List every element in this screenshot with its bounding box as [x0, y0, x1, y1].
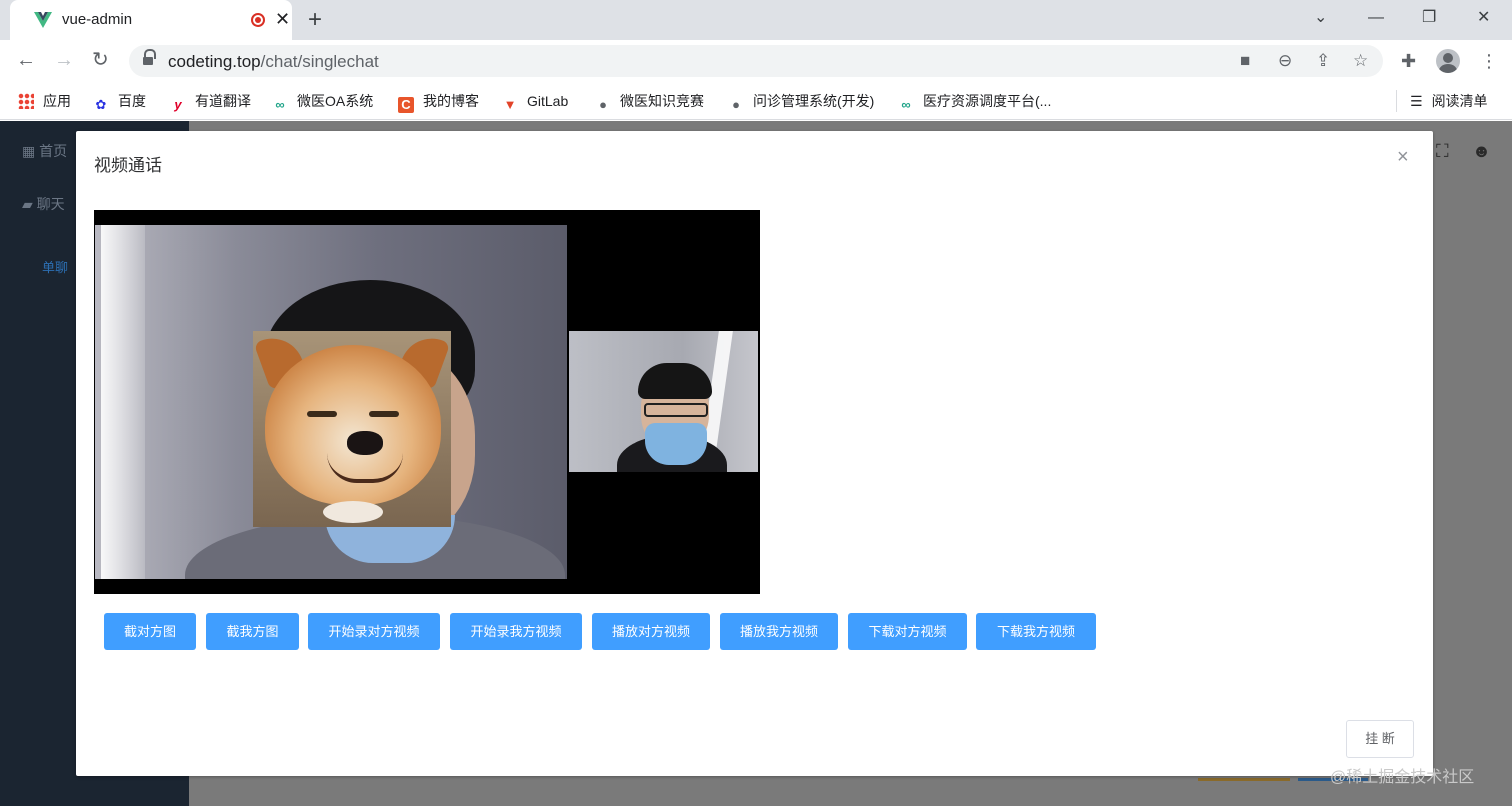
bookmarks-bar: 应用 ✿ 百度 y 有道翻译 ∞ 微医OA系统 C 我的博客 ▼ GitLab ● 微医知识…: [0, 82, 1512, 120]
zoom-icon[interactable]: ⊖: [1278, 51, 1292, 71]
weiyi-icon: ∞: [901, 97, 911, 112]
profile-avatar-icon[interactable]: [1436, 49, 1460, 73]
download-remote-button[interactable]: 下载对方视频: [848, 613, 967, 650]
sidebar-item-home[interactable]: ▦ 首页: [22, 141, 67, 161]
globe-icon: ●: [599, 97, 607, 112]
bookmark-apps[interactable]: 应用: [18, 91, 71, 111]
sidebar-item-single-chat[interactable]: 单聊: [42, 257, 68, 276]
local-video: [569, 331, 758, 472]
window-close-icon[interactable]: ✕: [1477, 8, 1490, 28]
video-stage: [94, 210, 760, 594]
tab-title: vue-admin: [62, 11, 133, 28]
remote-video: [95, 225, 567, 579]
record-remote-button[interactable]: 开始录对方视频: [308, 613, 440, 650]
url-text[interactable]: codeting.top/chat/singlechat: [168, 52, 379, 72]
play-local-button[interactable]: 播放我方视频: [720, 613, 838, 650]
extensions-icon[interactable]: ✚: [1401, 50, 1416, 72]
capture-remote-button[interactable]: 截对方图: [104, 613, 196, 650]
dialog-close-icon[interactable]: ×: [1397, 145, 1409, 169]
tab-strip: vue-admin ✕ + ⌄ — ❐ ✕: [0, 0, 1512, 40]
bookmark-weiyi-quiz[interactable]: ● 微医知识竞赛: [595, 91, 704, 112]
record-local-button[interactable]: 开始录我方视频: [450, 613, 582, 650]
vue-logo-icon: [34, 12, 52, 28]
camera-icon[interactable]: ■: [1240, 51, 1250, 71]
minimize-icon[interactable]: —: [1368, 8, 1384, 28]
gitlab-icon: ▼: [503, 97, 517, 112]
capture-local-button[interactable]: 截我方图: [206, 613, 299, 650]
browser-tab[interactable]: vue-admin ✕: [10, 0, 292, 40]
play-remote-button[interactable]: 播放对方视频: [592, 613, 710, 650]
hangup-button[interactable]: 挂 断: [1346, 720, 1414, 758]
fullscreen-icon[interactable]: ⛶: [1436, 141, 1449, 162]
restore-icon[interactable]: ❐: [1422, 8, 1436, 28]
csdn-icon: C: [398, 97, 414, 113]
bookmark-star-icon[interactable]: ☆: [1353, 51, 1368, 71]
address-bar[interactable]: codeting.top/chat/singlechat ■ ⊖ ⇪ ☆: [129, 45, 1383, 77]
lock-icon: [143, 49, 156, 66]
apps-grid-icon: [18, 93, 34, 109]
bookmark-weiyi-oa[interactable]: ∞ 微医OA系统: [272, 91, 373, 112]
page-footer-accent: [1198, 778, 1290, 781]
share-icon[interactable]: ⇪: [1316, 51, 1330, 71]
dialog-title: 视频通话: [94, 156, 162, 175]
recording-indicator-icon: [251, 13, 265, 27]
tab-search-icon[interactable]: ⌄: [1314, 8, 1327, 28]
bookmarks-divider: [1396, 90, 1397, 112]
baidu-icon: ✿: [95, 97, 107, 112]
bookmark-baidu[interactable]: ✿ 百度: [93, 91, 146, 112]
back-icon[interactable]: ←: [16, 48, 36, 72]
reading-list-icon: ☰: [1410, 93, 1423, 109]
dog-sticker-image: [253, 331, 451, 527]
new-tab-button[interactable]: +: [308, 6, 322, 34]
tab-close-icon[interactable]: ✕: [275, 9, 290, 29]
bookmark-blog[interactable]: C 我的博客: [398, 91, 479, 113]
menu-kebab-icon[interactable]: ⋮: [1480, 50, 1498, 72]
forward-icon[interactable]: →: [54, 48, 74, 72]
weiyi-icon: ∞: [275, 97, 285, 112]
youdao-icon: y: [174, 97, 182, 112]
bookmark-gitlab[interactable]: ▼ GitLab: [502, 91, 569, 112]
grid-icon: ▦: [22, 143, 40, 159]
download-local-button[interactable]: 下载我方视频: [976, 613, 1096, 650]
bookmark-consult-mgmt[interactable]: ● 问诊管理系统(开发): [728, 91, 874, 112]
chat-icon: ▰: [22, 196, 37, 212]
reading-list-button[interactable]: ☰ 阅读清单: [1410, 91, 1488, 111]
watermark: @稀土掘金技术社区: [1330, 769, 1475, 786]
globe-icon: ●: [732, 97, 740, 112]
sidebar-item-chat[interactable]: ▰ 聊天: [22, 194, 65, 214]
bookmark-medical-dispatch[interactable]: ∞ 医疗资源调度平台(...: [898, 91, 1051, 112]
video-call-dialog: 视频通话 × 截对方图 截我方图 开始录对方视频 开始录我方视频 播放对方视频 …: [76, 131, 1433, 776]
reload-icon[interactable]: ↻: [92, 48, 109, 72]
browser-toolbar: ← → ↻ codeting.top/chat/singlechat ■ ⊖ ⇪…: [0, 40, 1512, 82]
bookmark-youdao[interactable]: y 有道翻译: [170, 91, 251, 112]
user-avatar-icon[interactable]: ☻: [1472, 141, 1491, 162]
